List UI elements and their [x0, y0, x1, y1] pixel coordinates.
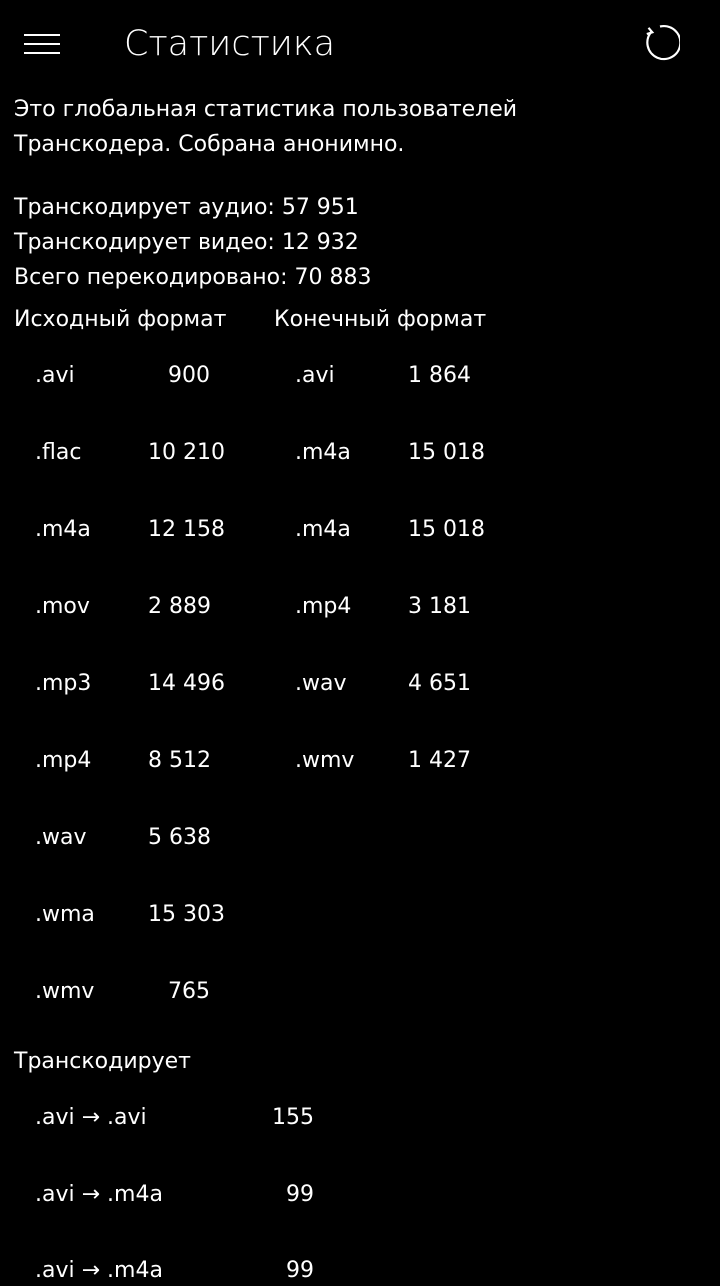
total-all: Всего перекодировано: 70 883: [14, 265, 372, 290]
target-format-ext: .wmv: [295, 748, 355, 773]
target-format-count: 3 181: [408, 594, 471, 619]
target-format-count: 15 018: [408, 517, 485, 542]
total-audio: Транскодирует аудио: 57 951: [14, 195, 359, 220]
source-format-ext: .mp4: [35, 748, 92, 773]
source-format-count: 12 158: [148, 517, 225, 542]
target-format-ext: .mp4: [295, 594, 352, 619]
refresh-icon[interactable]: [640, 23, 682, 63]
total-video: Транскодирует видео: 12 932: [14, 230, 359, 255]
hamburger-menu-icon[interactable]: [24, 34, 60, 56]
source-format-ext: .avi: [35, 363, 75, 388]
intro-text-line-1: Это глобальная статистика пользователей: [14, 97, 518, 122]
transcode-pair: .avi → .m4a: [35, 1182, 163, 1207]
app-header: Статистика: [0, 0, 720, 90]
transcode-count: 99: [286, 1258, 314, 1283]
source-format-count: 5 638: [148, 825, 211, 850]
target-format-count: 4 651: [408, 671, 471, 696]
target-format-ext: .m4a: [295, 440, 351, 465]
source-format-ext: .wav: [35, 825, 87, 850]
source-format-count: 765: [168, 979, 210, 1004]
source-format-ext: .mp3: [35, 671, 92, 696]
page-title: Статистика: [124, 24, 336, 64]
intro-text-line-2: Транскодера. Собрана анонимно.: [14, 132, 405, 157]
target-format-count: 15 018: [408, 440, 485, 465]
source-format-count: 8 512: [148, 748, 211, 773]
source-format-ext: .m4a: [35, 517, 91, 542]
transcodes-header: Транскодирует: [14, 1049, 191, 1074]
target-format-ext: .avi: [295, 363, 335, 388]
source-format-ext: .wma: [35, 902, 95, 927]
source-format-header: Исходный формат: [14, 307, 227, 332]
source-format-count: 15 303: [148, 902, 225, 927]
transcode-pair: .avi → .m4a: [35, 1258, 163, 1283]
transcode-count: 99: [286, 1182, 314, 1207]
source-format-count: 2 889: [148, 594, 211, 619]
transcode-count: 155: [272, 1105, 314, 1130]
source-format-ext: .wmv: [35, 979, 95, 1004]
transcode-pair: .avi → .avi: [35, 1105, 147, 1130]
source-format-count: 10 210: [148, 440, 225, 465]
target-format-count: 1 864: [408, 363, 471, 388]
source-format-ext: .mov: [35, 594, 90, 619]
target-format-ext: .m4a: [295, 517, 351, 542]
target-format-header: Конечный формат: [274, 307, 487, 332]
target-format-ext: .wav: [295, 671, 347, 696]
source-format-count: 900: [168, 363, 210, 388]
target-format-count: 1 427: [408, 748, 471, 773]
source-format-count: 14 496: [148, 671, 225, 696]
source-format-ext: .flac: [35, 440, 82, 465]
